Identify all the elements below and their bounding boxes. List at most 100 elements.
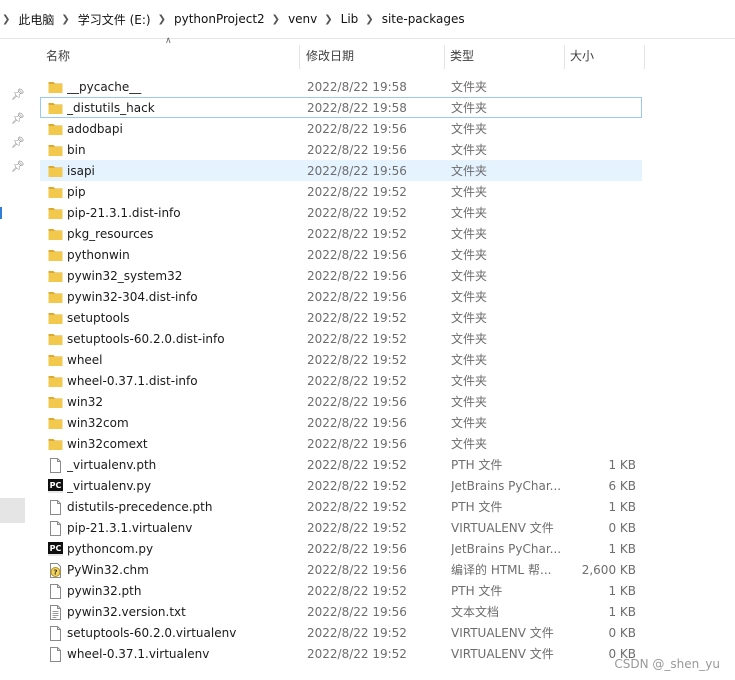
file-size: 0 KB	[608, 626, 636, 640]
file-modified-date: 2022/8/22 19:52	[307, 311, 407, 325]
breadcrumb-item-venv[interactable]: venv	[288, 12, 317, 26]
file-type: PTH 文件	[451, 500, 503, 514]
file-modified-date: 2022/8/22 19:58	[307, 80, 407, 94]
file-type: PTH 文件	[451, 584, 503, 598]
file-row[interactable]: setuptools-60.2.0.dist-info 2022/8/22 19:…	[40, 328, 642, 349]
file-modified-date: 2022/8/22 19:52	[307, 458, 407, 472]
column-resize-handle[interactable]	[299, 45, 300, 69]
file-type: 文件夹	[451, 395, 488, 409]
file-name: win32com	[67, 416, 129, 430]
column-header-date[interactable]: 修改日期	[306, 42, 354, 70]
folder-icon	[48, 164, 63, 178]
file-row[interactable]: __pycache__ 2022/8/22 19:58 文件夹	[40, 76, 642, 97]
file-modified-date: 2022/8/22 19:52	[307, 374, 407, 388]
file-row[interactable]: adodbapi 2022/8/22 19:56 文件夹	[40, 118, 642, 139]
file-type: 编译的 HTML 帮...	[451, 563, 552, 577]
file-name: PyWin32.chm	[67, 563, 149, 577]
file-row[interactable]: bin 2022/8/22 19:56 文件夹	[40, 139, 642, 160]
pin-icon[interactable]: 📌︎	[11, 160, 25, 173]
file-row[interactable]: ? PyWin32.chm 2022/8/22 19:56 编译的 HTML 帮...…	[40, 559, 642, 580]
file-name: _virtualenv.py	[67, 479, 152, 493]
breadcrumb-item-drive-e[interactable]: 学习文件 (E:)	[78, 11, 151, 28]
column-resize-handle[interactable]	[564, 45, 565, 69]
column-resize-handle[interactable]	[644, 45, 645, 69]
file-row[interactable]: wheel 2022/8/22 19:52 文件夹	[40, 349, 642, 370]
breadcrumb-item-pythonproject2[interactable]: pythonProject2	[174, 12, 265, 26]
pin-icon[interactable]: 📌︎	[11, 88, 25, 101]
file-name: _virtualenv.pth	[67, 458, 157, 472]
file-type: 文件夹	[451, 206, 488, 220]
pin-icon[interactable]: 📌︎	[11, 112, 25, 125]
file-row[interactable]: PC pythoncom.py 2022/8/22 19:56 JetBrains P…	[40, 538, 642, 559]
chevron-right-icon[interactable]: ❯	[2, 14, 10, 25]
chevron-right-icon[interactable]: ❯	[61, 14, 69, 25]
file-row[interactable]: pywin32-304.dist-info 2022/8/22 19:56 文件夹	[40, 286, 642, 307]
help-file-icon: ?	[48, 563, 63, 578]
folder-icon	[48, 122, 63, 136]
file-row[interactable]: isapi 2022/8/22 19:56 文件夹	[40, 160, 642, 181]
file-row[interactable]: pywin32.pth 2022/8/22 19:52 PTH 文件 1 KB	[40, 580, 642, 601]
file-row[interactable]: wheel-0.37.1.virtualenv 2022/8/22 19:52 VI…	[40, 643, 642, 664]
file-row[interactable]: pip-21.3.1.dist-info 2022/8/22 19:52 文件夹	[40, 202, 642, 223]
folder-icon	[48, 353, 63, 367]
file-modified-date: 2022/8/22 19:56	[307, 563, 407, 577]
file-modified-date: 2022/8/22 19:56	[307, 605, 407, 619]
file-row[interactable]: pip 2022/8/22 19:52 文件夹	[40, 181, 642, 202]
file-name: pip	[67, 185, 86, 199]
breadcrumb-item-site-packages[interactable]: site-packages	[382, 12, 465, 26]
folder-icon	[48, 227, 63, 241]
file-row[interactable]: pkg_resources 2022/8/22 19:52 文件夹	[40, 223, 642, 244]
breadcrumb-item-this-pc[interactable]: 此电脑	[18, 11, 54, 28]
file-type: PTH 文件	[451, 458, 503, 472]
column-header: 名称 修改日期 类型 大小	[40, 42, 650, 70]
pin-icon[interactable]: 📌︎	[11, 136, 25, 149]
file-type: 文件夹	[451, 164, 488, 178]
file-row[interactable]: distutils-precedence.pth 2022/8/22 19:52 P…	[40, 496, 642, 517]
file-modified-date: 2022/8/22 19:52	[307, 626, 407, 640]
column-resize-handle[interactable]	[444, 45, 445, 69]
file-row[interactable]: pywin32.version.txt 2022/8/22 19:56 文本文档 1 …	[40, 601, 642, 622]
file-type: JetBrains PyChar...	[451, 542, 561, 556]
file-modified-date: 2022/8/22 19:52	[307, 521, 407, 535]
file-type: 文件夹	[451, 374, 488, 388]
file-type: 文件夹	[451, 248, 488, 262]
column-header-size[interactable]: 大小	[570, 42, 594, 70]
file-row[interactable]: PC _virtualenv.py 2022/8/22 19:52 JetBrains…	[40, 475, 642, 496]
file-row[interactable]: win32 2022/8/22 19:56 文件夹	[40, 391, 642, 412]
chevron-right-icon[interactable]: ❯	[324, 14, 332, 25]
file-row[interactable]: win32com 2022/8/22 19:56 文件夹	[40, 412, 642, 433]
file-row[interactable]: pythonwin 2022/8/22 19:56 文件夹	[40, 244, 642, 265]
file-type: 文件夹	[451, 353, 488, 367]
file-type: 文件夹	[451, 101, 488, 115]
file-row[interactable]: wheel-0.37.1.dist-info 2022/8/22 19:52 文件夹	[40, 370, 642, 391]
nav-selected-item[interactable]	[0, 498, 25, 523]
file-row[interactable]: win32comext 2022/8/22 19:56 文件夹	[40, 433, 642, 454]
breadcrumb: ❯ 此电脑 ❯ 学习文件 (E:) ❯ pythonProject2 ❯ ven…	[0, 0, 735, 38]
file-name: adodbapi	[67, 122, 123, 136]
folder-icon	[48, 437, 63, 451]
file-row[interactable]: setuptools 2022/8/22 19:52 文件夹	[40, 307, 642, 328]
file-row[interactable]: _distutils_hack 2022/8/22 19:58 文件夹	[40, 97, 642, 118]
column-header-type[interactable]: 类型	[450, 42, 474, 70]
file-row[interactable]: pywin32_system32 2022/8/22 19:56 文件夹	[40, 265, 642, 286]
file-modified-date: 2022/8/22 19:56	[307, 395, 407, 409]
file-modified-date: 2022/8/22 19:52	[307, 206, 407, 220]
file-modified-date: 2022/8/22 19:56	[307, 416, 407, 430]
column-header-name[interactable]: 名称	[46, 42, 70, 70]
file-row[interactable]: _virtualenv.pth 2022/8/22 19:52 PTH 文件 1 KB	[40, 454, 642, 475]
breadcrumb-item-lib[interactable]: Lib	[341, 12, 359, 26]
chevron-right-icon[interactable]: ❯	[272, 14, 280, 25]
folder-icon	[48, 374, 63, 388]
folder-icon	[48, 332, 63, 346]
file-type: VIRTUALENV 文件	[451, 647, 554, 661]
chevron-right-icon[interactable]: ❯	[365, 14, 373, 25]
chevron-right-icon[interactable]: ❯	[158, 14, 166, 25]
file-name: win32comext	[67, 437, 148, 451]
file-row[interactable]: setuptools-60.2.0.virtualenv 2022/8/22 19…	[40, 622, 642, 643]
file-type: 文件夹	[451, 416, 488, 430]
file-name: pythoncom.py	[67, 542, 154, 556]
folder-icon	[48, 269, 63, 283]
file-row[interactable]: pip-21.3.1.virtualenv 2022/8/22 19:52 VIRT…	[40, 517, 642, 538]
text-file-icon	[48, 605, 63, 620]
file-name: wheel-0.37.1.dist-info	[67, 374, 198, 388]
